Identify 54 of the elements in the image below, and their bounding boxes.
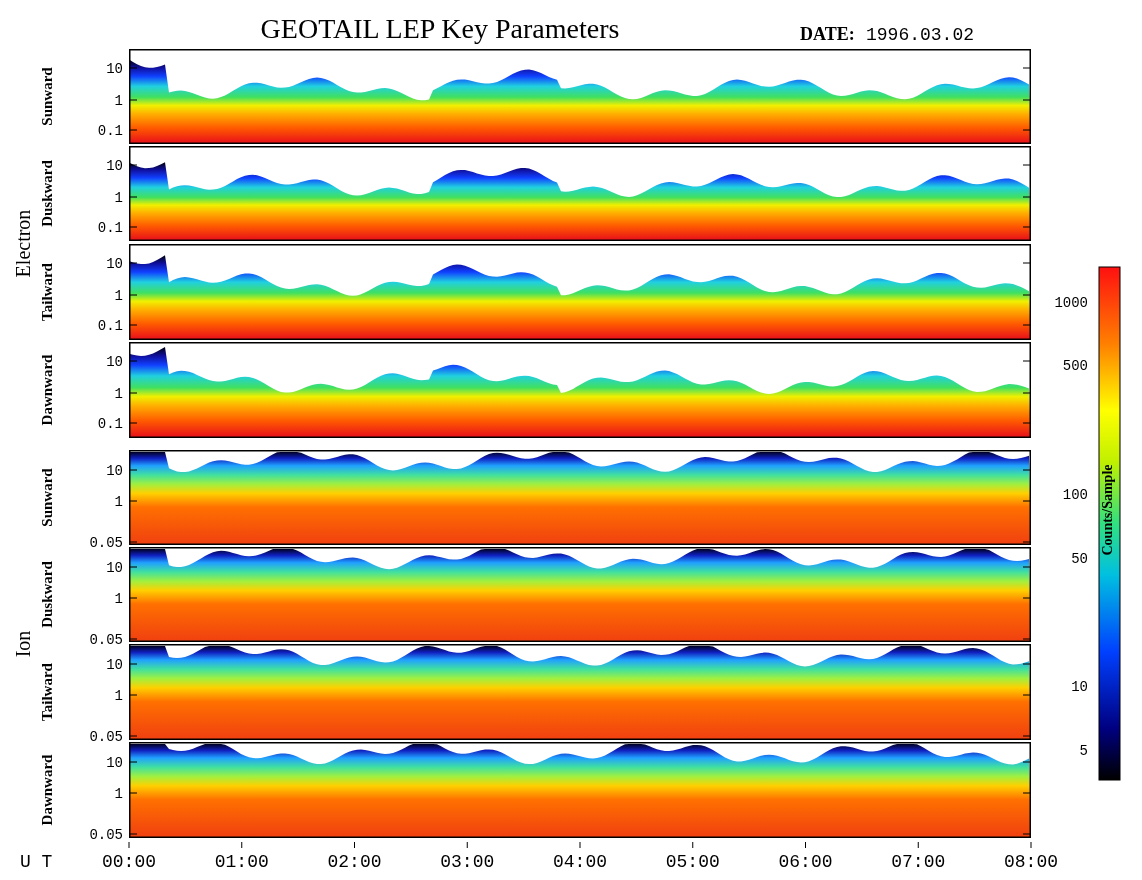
y-tick-label: 10 bbox=[106, 463, 123, 479]
colorbar-tick-label: 500 bbox=[1062, 358, 1088, 374]
panel-label: Tailward bbox=[39, 663, 55, 721]
y-tick-label: 1 bbox=[114, 786, 123, 802]
colorbar-tick-label: 5 bbox=[1079, 743, 1088, 759]
y-tick-label: 1 bbox=[114, 93, 123, 109]
y-tick-label: 10 bbox=[106, 256, 123, 272]
y-tick-label: 0.1 bbox=[97, 416, 123, 432]
panel-label: Duskward bbox=[39, 160, 55, 227]
x-tick-label: 04:00 bbox=[553, 852, 607, 872]
y-tick-label: 0.05 bbox=[89, 535, 123, 551]
y-tick-label: 1 bbox=[114, 288, 123, 304]
y-tick-label: 1 bbox=[114, 591, 123, 607]
y-tick-label: 0.05 bbox=[89, 729, 123, 745]
y-tick-label: 1 bbox=[114, 386, 123, 402]
group-label: Ion bbox=[12, 630, 34, 658]
x-tick-label: 00:00 bbox=[102, 852, 156, 872]
y-tick-label: 0.05 bbox=[89, 632, 123, 648]
x-tick-label: 03:00 bbox=[440, 852, 495, 872]
date-label: DATE: bbox=[800, 24, 855, 44]
y-tick-label: 10 bbox=[106, 61, 123, 77]
x-axis-label: U T bbox=[20, 852, 53, 872]
x-tick-label: 07:00 bbox=[891, 852, 946, 872]
x-tick-label: 08:00 bbox=[1004, 852, 1058, 872]
y-tick-label: 10 bbox=[106, 657, 123, 673]
y-tick-label: 10 bbox=[106, 755, 123, 771]
group-label: Electron bbox=[12, 209, 34, 278]
x-tick-label: 02:00 bbox=[327, 852, 382, 872]
y-tick-label: 1 bbox=[114, 688, 123, 704]
y-tick-label: 0.05 bbox=[89, 827, 123, 843]
panel-label: Dawnward bbox=[39, 354, 55, 426]
panel-label: Dawnward bbox=[39, 754, 55, 826]
colorbar-tick-label: 10 bbox=[1071, 679, 1088, 695]
y-tick-label: 10 bbox=[106, 560, 123, 576]
x-tick-label: 01:00 bbox=[214, 852, 269, 872]
panel-label: Sunward bbox=[39, 468, 55, 527]
y-tick-label: 1 bbox=[114, 190, 123, 206]
colorbar-tick-label: 50 bbox=[1071, 551, 1088, 567]
y-tick-label: 0.1 bbox=[97, 220, 123, 236]
plot-title: GEOTAIL LEP Key Parameters bbox=[260, 13, 620, 44]
colorbar-label: Counts/Sample bbox=[1100, 464, 1115, 556]
y-tick-label: 10 bbox=[106, 158, 123, 174]
date-value: 1996.03.02 bbox=[866, 25, 975, 45]
x-tick-label: 06:00 bbox=[778, 852, 833, 872]
panel-label: Duskward bbox=[39, 561, 55, 628]
colorbar-tick-label: 1000 bbox=[1054, 295, 1088, 311]
y-tick-label: 1 bbox=[114, 494, 123, 510]
colorbar-tick-label: 100 bbox=[1062, 487, 1088, 503]
y-tick-label: 0.1 bbox=[97, 123, 123, 139]
x-tick-label: 05:00 bbox=[665, 852, 720, 872]
y-tick-label: 0.1 bbox=[97, 318, 123, 334]
y-tick-label: 10 bbox=[106, 354, 123, 370]
panel-label: Tailward bbox=[39, 263, 55, 321]
panel-label: Sunward bbox=[39, 67, 55, 126]
